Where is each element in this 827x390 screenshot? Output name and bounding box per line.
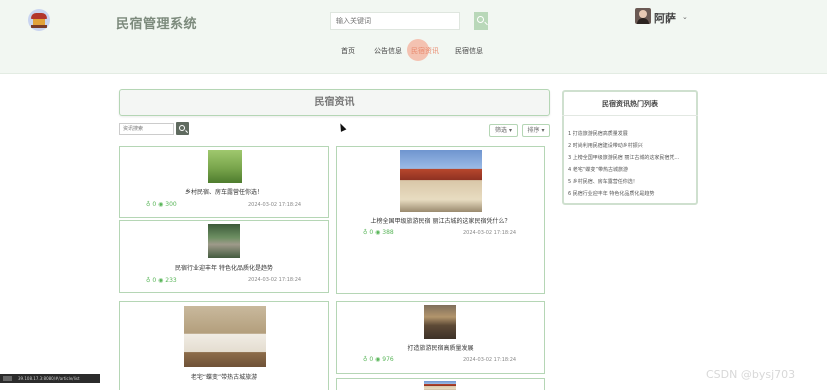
like-icon: ♁ — [146, 277, 151, 284]
news-date: 2024-03-02 17:18:24 — [248, 202, 302, 208]
news-stats: ♁ 0 ◉ 300 — [146, 201, 177, 208]
username[interactable]: 阿萨 — [654, 10, 676, 26]
sort-dropdown[interactable]: 排序 ▾ — [522, 124, 550, 137]
view-count: 300 — [165, 201, 177, 208]
nav-homestays[interactable]: 民宿信息 — [455, 46, 483, 56]
news-stats: ♁ 0 ◉ 233 — [146, 277, 177, 284]
hot-list-item[interactable]: 1 打造旅游民宿高质量发展 — [568, 130, 693, 137]
news-card[interactable]: 老宅“蝶变”带热古城旅游 — [119, 301, 329, 390]
news-card[interactable]: 打造旅游民宿高质量发展 ♁ 0 ◉ 976 2024-03-02 17:18:2… — [336, 301, 545, 374]
page-title: 民宿资讯 — [119, 89, 550, 116]
sort-label: 排序 — [527, 127, 540, 134]
news-thumbnail — [424, 305, 456, 339]
news-title: 上榜全国甲级旅游民宿 丽江古城的这家民宿凭什么？ — [370, 218, 511, 225]
site-title: 民宿管理系统 — [116, 17, 198, 32]
top-header: 民宿管理系统 首页 公告信息 民宿资讯 民宿信息 阿萨 ⌄ — [0, 0, 827, 74]
nav-home[interactable]: 首页 — [341, 46, 355, 56]
news-stats: ♁ 0 ◉ 388 — [363, 229, 394, 236]
news-title: 乡村民宿、房车露营任你选！ — [184, 189, 263, 196]
filter-label: 筛选 — [495, 127, 508, 134]
view-count: 976 — [382, 356, 394, 363]
news-thumbnail — [208, 224, 240, 258]
search-icon — [179, 125, 185, 131]
search-input[interactable] — [330, 12, 460, 30]
news-title: 老宅“蝶变”带热古城旅游 — [190, 374, 258, 381]
view-count: 388 — [382, 229, 394, 236]
news-thumbnail — [424, 381, 456, 390]
news-thumbnail — [400, 150, 482, 212]
news-thumbnail — [184, 306, 266, 367]
logo-icon[interactable] — [28, 9, 50, 31]
hot-list-item[interactable]: 3 上榜全国甲级旅游民宿 丽江古城的这家民宿凭… — [568, 154, 693, 161]
browser-status-bar: 39.108.17.3:8080/#/article/list — [0, 374, 100, 383]
nav-announcements[interactable]: 公告信息 — [374, 46, 402, 56]
like-count: 0 — [152, 201, 157, 208]
news-date: 2024-03-02 17:18:24 — [248, 277, 302, 283]
news-card[interactable]: 民宿行业迎丰年 特色化品质化是趋势 ♁ 0 ◉ 233 2024-03-02 1… — [119, 220, 329, 293]
watermark: CSDN @bysj703 — [706, 368, 796, 381]
view-count: 233 — [165, 277, 177, 284]
hot-list-item[interactable]: 5 乡村民宿、房车露营任你选！ — [568, 178, 693, 185]
news-search-input[interactable] — [119, 123, 174, 135]
news-date: 2024-03-02 17:18:24 — [463, 230, 517, 236]
news-card[interactable]: 乡村民宿、房车露营任你选！ ♁ 0 ◉ 300 2024-03-02 17:18… — [119, 146, 329, 218]
view-icon: ◉ — [158, 201, 164, 208]
search-icon — [477, 16, 484, 23]
like-count: 0 — [369, 356, 374, 363]
news-thumbnail — [208, 150, 242, 183]
mouse-cursor-icon — [337, 122, 347, 132]
news-card[interactable] — [336, 378, 545, 390]
filter-dropdown[interactable]: 筛选 ▾ — [489, 124, 518, 137]
hot-list-title: 民宿资讯热门列表 — [562, 90, 698, 116]
news-title: 打造旅游民宿高质量发展 — [407, 345, 474, 352]
hot-list-item[interactable]: 2 时尚利用民宿建设带动乡村振兴 — [568, 142, 693, 149]
view-icon: ◉ — [375, 356, 381, 363]
news-title: 民宿行业迎丰年 特色化品质化是趋势 — [175, 265, 273, 272]
like-icon: ♁ — [363, 229, 368, 236]
like-count: 0 — [369, 229, 374, 236]
chevron-down-icon[interactable]: ⌄ — [682, 13, 688, 21]
like-icon: ♁ — [363, 356, 368, 363]
hot-list-item[interactable]: 4 老宅“蝶变”带热古城旅游 — [568, 166, 693, 173]
avatar[interactable] — [635, 8, 651, 24]
view-icon: ◉ — [158, 277, 164, 284]
hot-list-item[interactable]: 6 民宿行业迎丰年 特色化品质化是趋势 — [568, 190, 693, 197]
like-icon: ♁ — [146, 201, 151, 208]
nav-news[interactable]: 民宿资讯 — [411, 46, 439, 56]
news-search-button[interactable] — [176, 122, 189, 135]
news-card[interactable]: 上榜全国甲级旅游民宿 丽江古城的这家民宿凭什么？ ♁ 0 ◉ 388 2024-… — [336, 146, 545, 294]
news-stats: ♁ 0 ◉ 976 — [363, 356, 394, 363]
like-count: 0 — [152, 277, 157, 284]
search-button[interactable] — [474, 12, 488, 30]
news-date: 2024-03-02 17:18:24 — [463, 357, 517, 363]
view-icon: ◉ — [375, 229, 381, 236]
